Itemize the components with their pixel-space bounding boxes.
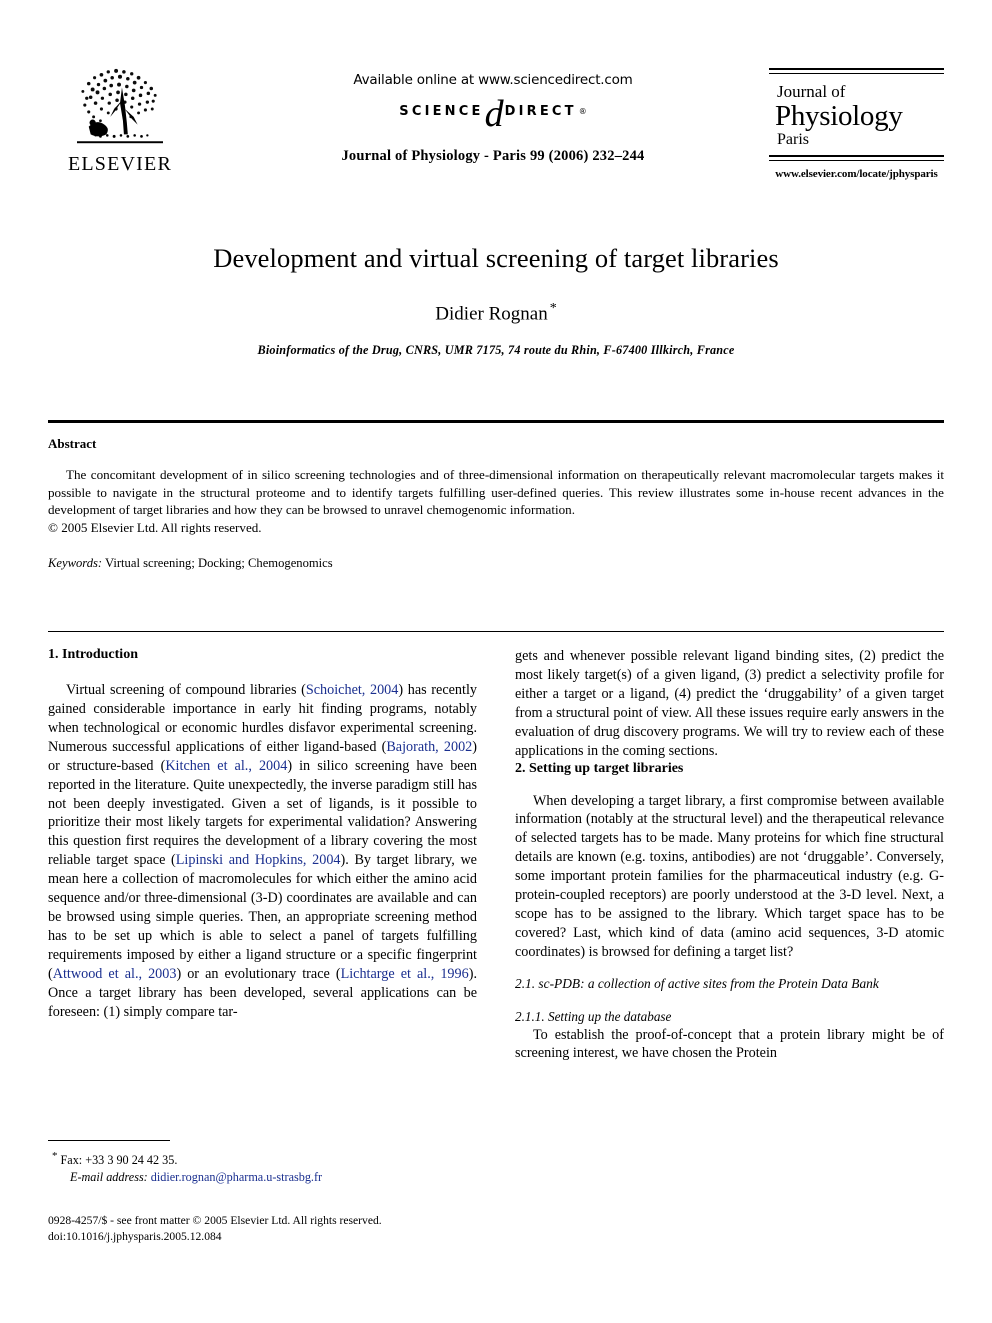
citation-link[interactable]: Bajorath, 2002: [386, 739, 472, 755]
affiliation: Bioinformatics of the Drug, CNRS, UMR 71…: [257, 343, 735, 358]
intro-continuation-paragraph: gets and whenever possible relevant liga…: [515, 648, 944, 759]
citation-link[interactable]: Lipinski and Hopkins, 2004: [176, 852, 341, 868]
page-footer: 0928-4257/$ - see front matter © 2005 El…: [48, 1213, 548, 1245]
intro-paragraph: Virtual screening of compound libraries …: [48, 681, 478, 1020]
journal-logo-line1: Journal of: [777, 82, 846, 101]
sciencedirect-at-icon: d: [484, 93, 504, 135]
author-footnote-marker: *: [549, 300, 557, 316]
journal-reference: Journal of Physiology - Paris 99 (2006) …: [341, 148, 645, 165]
section-heading-introduction: 1. Introduction: [48, 647, 138, 662]
citation-link[interactable]: Attwood et al., 2003: [53, 966, 177, 982]
keywords-value: Virtual screening; Docking; Chemogenomic…: [105, 556, 333, 571]
body-columns: 1. Introduction Virtual screening of com…: [48, 647, 944, 1147]
target-libraries-paragraph: When developing a target library, a firs…: [515, 792, 944, 961]
abstract-section: Abstract The concomitant development of …: [48, 436, 944, 571]
journal-logo-line3: Paris: [777, 131, 809, 149]
footnote-separator-rule: [48, 1140, 170, 1141]
footnote-fax: Fax: +33 3 90 24 42 35.: [60, 1153, 178, 1168]
email-link[interactable]: didier.rognan@pharma.u-strasbg.fr: [151, 1170, 322, 1184]
journal-url: www.elsevier.com/locate/jphysparis: [775, 167, 938, 180]
journal-logo-line2: Physiology: [775, 100, 903, 133]
sciencedirect-word-right: DIRECT: [504, 103, 577, 119]
email-label: E-mail address:: [70, 1170, 148, 1185]
elsevier-tree-icon: [77, 68, 163, 144]
sciencedirect-block: Available online at www.sciencedirect.co…: [278, 72, 708, 165]
footnote-fax-line: * Fax: +33 3 90 24 42 35.: [48, 1149, 468, 1169]
elsevier-logo: ELSEVIER: [60, 66, 180, 174]
footnote-block: * Fax: +33 3 90 24 42 35. E-mail address:…: [48, 1140, 468, 1187]
citation-link[interactable]: Kitchen et al., 2004: [165, 758, 287, 774]
page-title: Development and virtual screening of tar…: [213, 243, 779, 273]
abstract-copyright: © 2005 Elsevier Ltd. All rights reserved…: [48, 519, 262, 535]
available-online-text: Available online at www.sciencedirect.co…: [353, 72, 633, 88]
subsection-heading-sc-pdb: 2.1. sc-PDB: a collection of active site…: [515, 976, 879, 992]
footnote-marker: *: [52, 1150, 58, 1162]
abstract-text: The concomitant development of in silico…: [48, 467, 944, 518]
right-column: gets and whenever possible relevant liga…: [515, 647, 944, 1063]
masthead: ELSEVIER Available online at www.science…: [48, 58, 944, 208]
section-heading-setting-up-target-libraries: 2. Setting up target libraries: [515, 760, 684, 776]
sciencedirect-word-left: SCIENCE: [399, 103, 484, 119]
author-name: Didier Rognan: [435, 303, 548, 325]
footnote-email-line: E-mail address: didier.rognan@pharma.u-s…: [48, 1169, 468, 1186]
subsubsection-heading-setting-up-the-database: 2.1.1. Setting up the database: [515, 1009, 672, 1025]
keywords-label: Keywords:: [48, 556, 103, 571]
paper-page: ELSEVIER Available online at www.science…: [0, 0, 992, 1323]
journal-logo-bottom-rule: [769, 154, 944, 161]
abstract-top-rule: [48, 420, 944, 423]
front-matter-line: 0928-4257/$ - see front matter © 2005 El…: [48, 1214, 382, 1227]
sciencedirect-logo: SCIENCE d DIRECT ®: [278, 93, 708, 135]
keywords-line: Keywords: Virtual screening; Docking; Ch…: [48, 556, 944, 571]
abstract-bottom-rule: [48, 631, 944, 632]
database-paragraph: To establish the proof-of-concept that a…: [515, 1026, 944, 1062]
sciencedirect-trademark: ®: [578, 106, 587, 116]
left-column: 1. Introduction Virtual screening of com…: [48, 647, 477, 1022]
title-block: Development and virtual screening of tar…: [48, 243, 944, 358]
journal-logo: Journal of Physiology Paris www.elsevier…: [769, 68, 944, 180]
elsevier-wordmark: ELSEVIER: [67, 153, 173, 175]
citation-link[interactable]: Schoichet, 2004: [306, 682, 399, 698]
citation-link[interactable]: Lichtarge et al., 1996: [341, 966, 469, 982]
author-line: Didier Rognan *: [48, 301, 944, 325]
journal-logo-top-rule: [769, 68, 944, 74]
abstract-heading: Abstract: [48, 436, 97, 451]
doi-line: doi:10.1016/j.jphysparis.2005.12.084: [48, 1229, 222, 1243]
